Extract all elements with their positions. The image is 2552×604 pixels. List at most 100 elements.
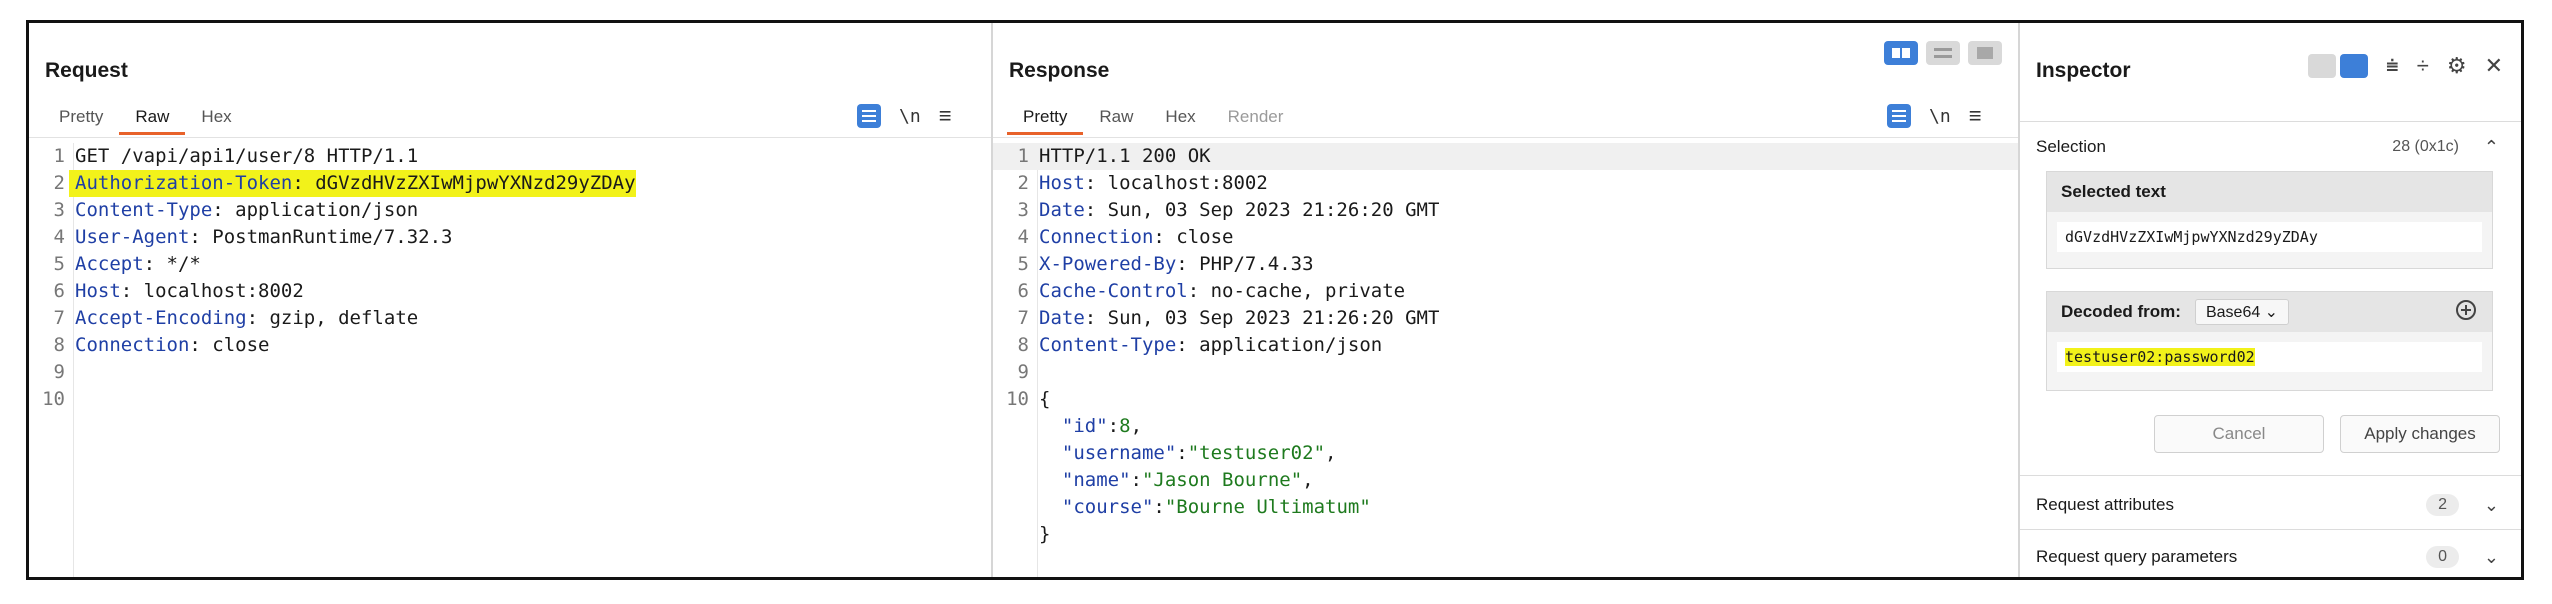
header-value: */* (166, 253, 201, 275)
header-name: X-Powered-By (1039, 253, 1177, 275)
line-number: 9 (1017, 361, 1029, 383)
code-line: 5 X-Powered-By: PHP/7.4.33 (993, 251, 2018, 278)
code-line: 9 (993, 359, 2018, 386)
header-value: close (1176, 226, 1234, 248)
header-separator: : (1084, 199, 1108, 221)
line-text: Cache-Control: no-cache, private (1033, 278, 1405, 305)
menu-icon[interactable]: ≡ (939, 103, 952, 129)
line-number (993, 494, 1033, 521)
header-value: Sun, 03 Sep 2023 21:26:20 GMT (1107, 199, 1440, 221)
layout-left-icon[interactable] (2307, 54, 2336, 78)
collapse-all-icon[interactable]: ⩧ (2386, 53, 2399, 79)
decoded-text: testuser02:password02 (2065, 348, 2255, 366)
line-text: Date: Sun, 03 Sep 2023 21:26:20 GMT (1033, 305, 1439, 332)
request-toolbar: \n ≡ (857, 103, 952, 129)
header-separator: : (143, 253, 167, 275)
code-line: 8 Content-Type: application/json (993, 332, 2018, 359)
json-line: "name":"Jason Bourne", (993, 467, 2018, 494)
gear-icon[interactable]: ⚙ (2447, 53, 2467, 79)
close-icon[interactable]: ✕ (2485, 53, 2503, 79)
decoding-select[interactable]: Base64 ⌄ (2194, 299, 2290, 325)
query-params-label: Request query parameters (2036, 547, 2238, 566)
header-value: gzip, deflate (269, 307, 419, 329)
cancel-button[interactable]: Cancel (2154, 415, 2324, 453)
selection-row[interactable]: Selection 28 (0x1c) ⌃ (2020, 129, 2521, 165)
request-tabs: Pretty Raw Hex (43, 103, 248, 135)
chevron-down-icon[interactable]: ⌄ (2484, 547, 2499, 568)
wrap-lines-icon[interactable] (1887, 104, 1911, 128)
add-decoding-icon[interactable] (2456, 300, 2476, 320)
decoded-card: Decoded from: Base64 ⌄ testuser02:passwo… (2046, 291, 2493, 391)
header-name: User-Agent (75, 226, 190, 248)
code-line: 4 User-Agent: PostmanRuntime/7.32.3 (29, 224, 991, 251)
wrap-lines-icon[interactable] (857, 104, 881, 128)
tab-hex[interactable]: Hex (185, 103, 247, 135)
decoded-from-label: Decoded from: (2061, 302, 2181, 321)
request-attributes-row[interactable]: Request attributes 2 ⌄ (2020, 483, 2521, 527)
tab-hex[interactable]: Hex (1149, 103, 1211, 135)
code-line: 4 Connection: close (993, 224, 2018, 251)
json-value: "Bourne Ultimatum" (1164, 496, 1371, 518)
line-text: Content-Type: application/json (69, 197, 418, 224)
header-name: Authorization-Token (75, 172, 293, 194)
request-editor[interactable]: 1 GET /vapi/api1/user/8 HTTP/1.1 2 Authoriz… (29, 143, 991, 413)
header-value: application/json (235, 199, 419, 221)
tab-render[interactable]: Render (1212, 103, 1300, 135)
json-text: "name":"Jason Bourne", (1033, 467, 1314, 494)
tab-pretty[interactable]: Pretty (1007, 103, 1084, 135)
json-value: "Jason Bourne" (1141, 469, 1303, 491)
line-text: Host: localhost:8002 (69, 278, 304, 305)
request-attributes-label: Request attributes (2036, 495, 2174, 514)
header-name: Content-Type (75, 199, 213, 221)
request-query-parameters-row[interactable]: Request query parameters 0 ⌄ (2020, 535, 2521, 577)
newline-toggle[interactable]: \n (899, 106, 921, 127)
line-text: HTTP/1.1 200 OK (1039, 145, 1211, 167)
line-number: 4 (53, 226, 65, 248)
code-line: 10 (29, 386, 991, 413)
json-colon: : (1176, 442, 1188, 464)
header-name: Host (75, 280, 121, 302)
line-number: 5 (53, 253, 65, 275)
response-editor[interactable]: 1 HTTP/1.1 200 OK 2 Host: localhost:8002 3 Da… (993, 143, 2018, 548)
chevron-up-icon[interactable]: ⌃ (2484, 137, 2499, 158)
tab-raw[interactable]: Raw (1083, 103, 1149, 135)
header-value: PostmanRuntime/7.32.3 (212, 226, 453, 248)
apply-changes-button[interactable]: Apply changes (2340, 415, 2500, 453)
header-separator: : (1084, 172, 1108, 194)
menu-icon[interactable]: ≡ (1969, 103, 1982, 129)
code-line: 1 HTTP/1.1 200 OK (993, 143, 2018, 170)
header-separator: : (1153, 226, 1177, 248)
line-text: Connection: close (1033, 224, 1233, 251)
line-text: Accept-Encoding: gzip, deflate (69, 305, 418, 332)
divider-icon[interactable]: ÷ (2417, 53, 2429, 79)
json-key: "name" (1061, 469, 1131, 491)
decoded-text-field[interactable]: testuser02:password02 (2057, 342, 2482, 372)
chevron-down-icon[interactable]: ⌄ (2484, 495, 2499, 516)
code-line: 3 Content-Type: application/json (29, 197, 991, 224)
burp-window: Request Pretty Raw Hex \n ≡ 1 GET /vapi/a… (26, 20, 2524, 580)
code-line: 8 Connection: close (29, 332, 991, 359)
layout-stacked-button[interactable] (1926, 41, 1960, 65)
header-separator: : (1084, 307, 1108, 329)
tab-raw[interactable]: Raw (119, 103, 186, 135)
line-number (993, 521, 1033, 548)
line-number (993, 413, 1033, 440)
code-line: 7 Accept-Encoding: gzip, deflate (29, 305, 991, 332)
line-number: 8 (53, 334, 65, 356)
layout-tabs-button[interactable] (1968, 41, 2002, 65)
inspector-layout-toggle[interactable] (2307, 54, 2368, 78)
newline-toggle[interactable]: \n (1929, 106, 1951, 127)
code-line: 2 Authorization-Token: dGVzdHVzZXIwMjpwYX… (29, 170, 991, 197)
json-key: "course" (1061, 496, 1154, 518)
layout-side-by-side-button[interactable] (1884, 41, 1918, 65)
selection-length: 28 (0x1c) (2392, 138, 2459, 155)
line-text: GET /vapi/api1/user/8 HTTP/1.1 (75, 145, 419, 167)
header-name: Host (1039, 172, 1085, 194)
tab-pretty[interactable]: Pretty (43, 103, 119, 135)
layout-right-icon[interactable] (2339, 54, 2368, 78)
selected-text-value[interactable]: dGVzdHVzZXIwMjpwYXNzd29yZDAy (2057, 222, 2482, 252)
inspector-panel: Inspector ⩧ ÷ ⚙ ✕ Selection 28 (0x1c) ⌃ … (2020, 23, 2521, 577)
response-toolbar: \n ≡ (1887, 103, 1982, 129)
